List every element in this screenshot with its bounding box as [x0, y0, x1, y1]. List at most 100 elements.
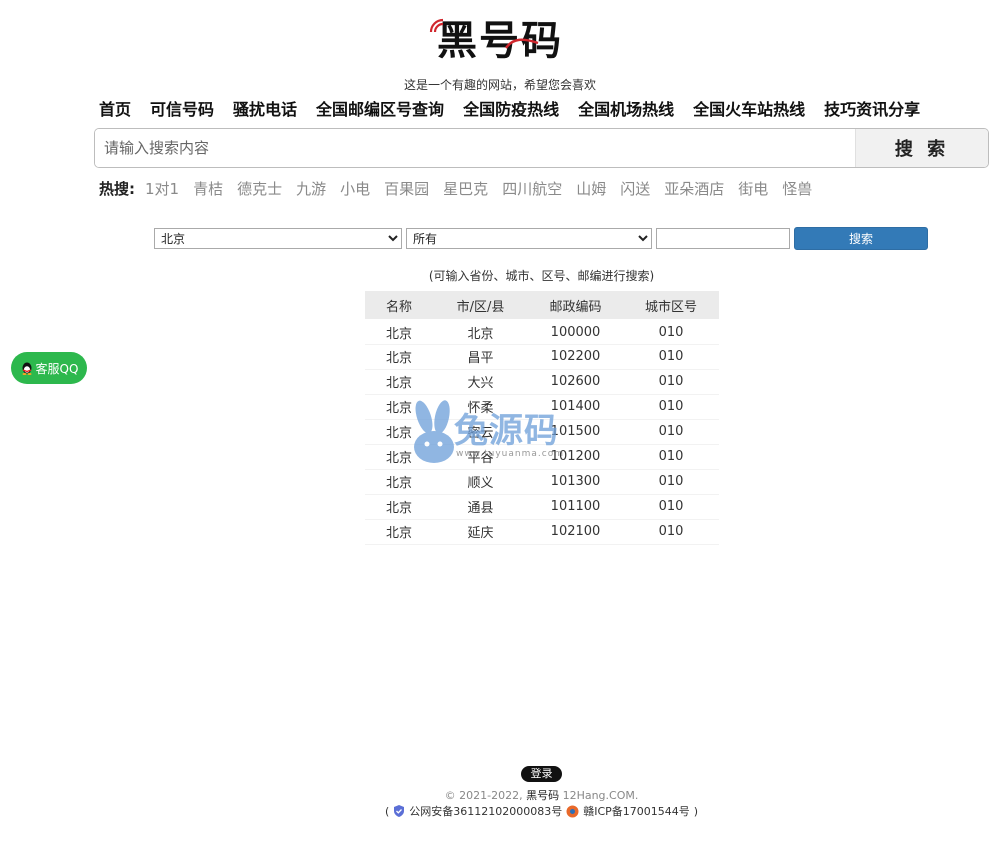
- cell-areacode: 010: [623, 444, 719, 470]
- nav-airport-hotline[interactable]: 全国机场热线: [578, 99, 674, 121]
- table-row: 北京 通县 101100 010: [365, 494, 719, 520]
- cell-areacode: 010: [623, 519, 719, 545]
- close-paren: ): [693, 804, 699, 818]
- hot-item[interactable]: 九游: [296, 178, 326, 199]
- table-row: 北京 延庆 102100 010: [365, 519, 719, 545]
- hot-item[interactable]: 亚朵酒店: [664, 178, 724, 199]
- open-paren: (: [384, 804, 390, 818]
- cell-name: 北京: [365, 319, 433, 345]
- nav-spam-calls[interactable]: 骚扰电话: [233, 99, 297, 121]
- police-record-link[interactable]: 公网安备36112102000083号: [409, 803, 562, 819]
- nav-train-hotline[interactable]: 全国火车站热线: [693, 99, 805, 121]
- cell-district: 通县: [433, 494, 528, 520]
- qq-support-button[interactable]: 客服QQ: [11, 352, 87, 384]
- qq-label: 客服QQ: [35, 361, 79, 376]
- copyright: © 2021-2022, 黑号码 12Hang.COM.: [0, 787, 1000, 803]
- cell-name: 北京: [365, 469, 433, 495]
- hot-searches: 热搜: 1对1 青桔 德克士 九游 小电 百果园 星巴克 四川航空 山姆 闪送 …: [99, 178, 826, 199]
- hot-label: 热搜:: [99, 180, 135, 198]
- col-header-postcode: 邮政编码: [528, 291, 623, 319]
- cell-district: 怀柔: [433, 394, 528, 420]
- table-row: 北京 昌平 102200 010: [365, 344, 719, 370]
- main-nav: 首页 可信号码 骚扰电话 全国邮编区号查询 全国防疫热线 全国机场热线 全国火车…: [99, 99, 939, 121]
- table-row: 北京 顺义 101300 010: [365, 469, 719, 495]
- cell-areacode: 010: [623, 394, 719, 420]
- hot-item[interactable]: 百果园: [384, 178, 429, 199]
- cell-name: 北京: [365, 419, 433, 445]
- col-header-district: 市/区/县: [433, 291, 528, 319]
- results-table: 名称 市/区/县 邮政编码 城市区号 北京 北京 100000 010 北京 昌…: [365, 291, 719, 545]
- hot-item[interactable]: 1对1: [145, 178, 179, 199]
- col-header-name: 名称: [365, 291, 433, 319]
- cell-postcode: 101500: [528, 419, 623, 445]
- cell-postcode: 102600: [528, 369, 623, 395]
- table-row: 北京 平谷 101200 010: [365, 444, 719, 470]
- table-row: 北京 北京 100000 010: [365, 319, 719, 345]
- hot-item[interactable]: 星巴克: [443, 178, 488, 199]
- icp-gear-icon: [566, 805, 579, 817]
- cell-district: 延庆: [433, 519, 528, 545]
- cell-name: 北京: [365, 444, 433, 470]
- hot-item[interactable]: 街电: [738, 178, 768, 199]
- keyword-input[interactable]: [656, 228, 790, 249]
- logo-text: 黑号码: [437, 17, 563, 64]
- cell-areacode: 010: [623, 469, 719, 495]
- signal-icon: [429, 18, 444, 33]
- search-input[interactable]: [95, 129, 855, 167]
- search-button[interactable]: 搜 索: [855, 129, 988, 167]
- cell-district: 密云: [433, 419, 528, 445]
- search-bar: 搜 索: [94, 128, 989, 168]
- ribbon-icon: [505, 38, 539, 49]
- cell-name: 北京: [365, 369, 433, 395]
- cell-areacode: 010: [623, 419, 719, 445]
- hot-item[interactable]: 闪送: [620, 178, 650, 199]
- cell-areacode: 010: [623, 344, 719, 370]
- footer-domain: 12Hang.COM.: [562, 789, 639, 802]
- nav-postcode-lookup[interactable]: 全国邮编区号查询: [316, 99, 444, 121]
- login-button[interactable]: 登录: [521, 766, 562, 782]
- cell-postcode: 101400: [528, 394, 623, 420]
- city-select[interactable]: 所有: [406, 228, 652, 249]
- footer-brand-link[interactable]: 黑号码: [526, 789, 559, 802]
- site-logo[interactable]: 黑号码: [429, 14, 563, 68]
- cell-postcode: 101200: [528, 444, 623, 470]
- cell-name: 北京: [365, 519, 433, 545]
- cell-district: 顺义: [433, 469, 528, 495]
- cell-postcode: 101100: [528, 494, 623, 520]
- col-header-areacode: 城市区号: [623, 291, 719, 319]
- query-search-button[interactable]: 搜索: [794, 227, 928, 250]
- table-header-row: 名称 市/区/县 邮政编码 城市区号: [365, 291, 719, 319]
- hot-item[interactable]: 青桔: [193, 178, 223, 199]
- site-header: 黑号码: [0, 14, 1000, 68]
- cell-postcode: 100000: [528, 319, 623, 345]
- cell-postcode: 102100: [528, 519, 623, 545]
- police-badge-icon: [394, 805, 405, 817]
- nav-home[interactable]: 首页: [99, 99, 131, 121]
- nav-tips-news[interactable]: 技巧资讯分享: [824, 99, 920, 121]
- nav-epidemic-hotline[interactable]: 全国防疫热线: [463, 99, 559, 121]
- beian-records: ( 公网安备36112102000083号 赣ICP备17001544号 ): [0, 803, 1000, 819]
- table-row: 北京 密云 101500 010: [365, 419, 719, 445]
- tagline: 这是一个有趣的网站，希望您会喜欢: [403, 78, 596, 92]
- hot-item[interactable]: 小电: [340, 178, 370, 199]
- cell-postcode: 101300: [528, 469, 623, 495]
- cell-postcode: 102200: [528, 344, 623, 370]
- cell-district: 平谷: [433, 444, 528, 470]
- cell-district: 昌平: [433, 344, 528, 370]
- cell-name: 北京: [365, 344, 433, 370]
- icp-record-link[interactable]: 赣ICP备17001544号: [583, 803, 690, 819]
- cell-areacode: 010: [623, 319, 719, 345]
- copyright-prefix: © 2021-2022,: [444, 789, 523, 802]
- search-hint: (可输入省份、城市、区号、邮编进行搜索): [428, 269, 655, 283]
- nav-trusted-numbers[interactable]: 可信号码: [150, 99, 214, 121]
- hot-item[interactable]: 德克士: [237, 178, 282, 199]
- table-row: 北京 怀柔 101400 010: [365, 394, 719, 420]
- province-select[interactable]: 北京: [154, 228, 402, 249]
- cell-district: 大兴: [433, 369, 528, 395]
- cell-name: 北京: [365, 494, 433, 520]
- hot-item[interactable]: 四川航空: [502, 178, 562, 199]
- cell-name: 北京: [365, 394, 433, 420]
- hot-item[interactable]: 山姆: [576, 178, 606, 199]
- hot-item[interactable]: 怪兽: [782, 178, 812, 199]
- qq-penguin-icon: [22, 362, 32, 375]
